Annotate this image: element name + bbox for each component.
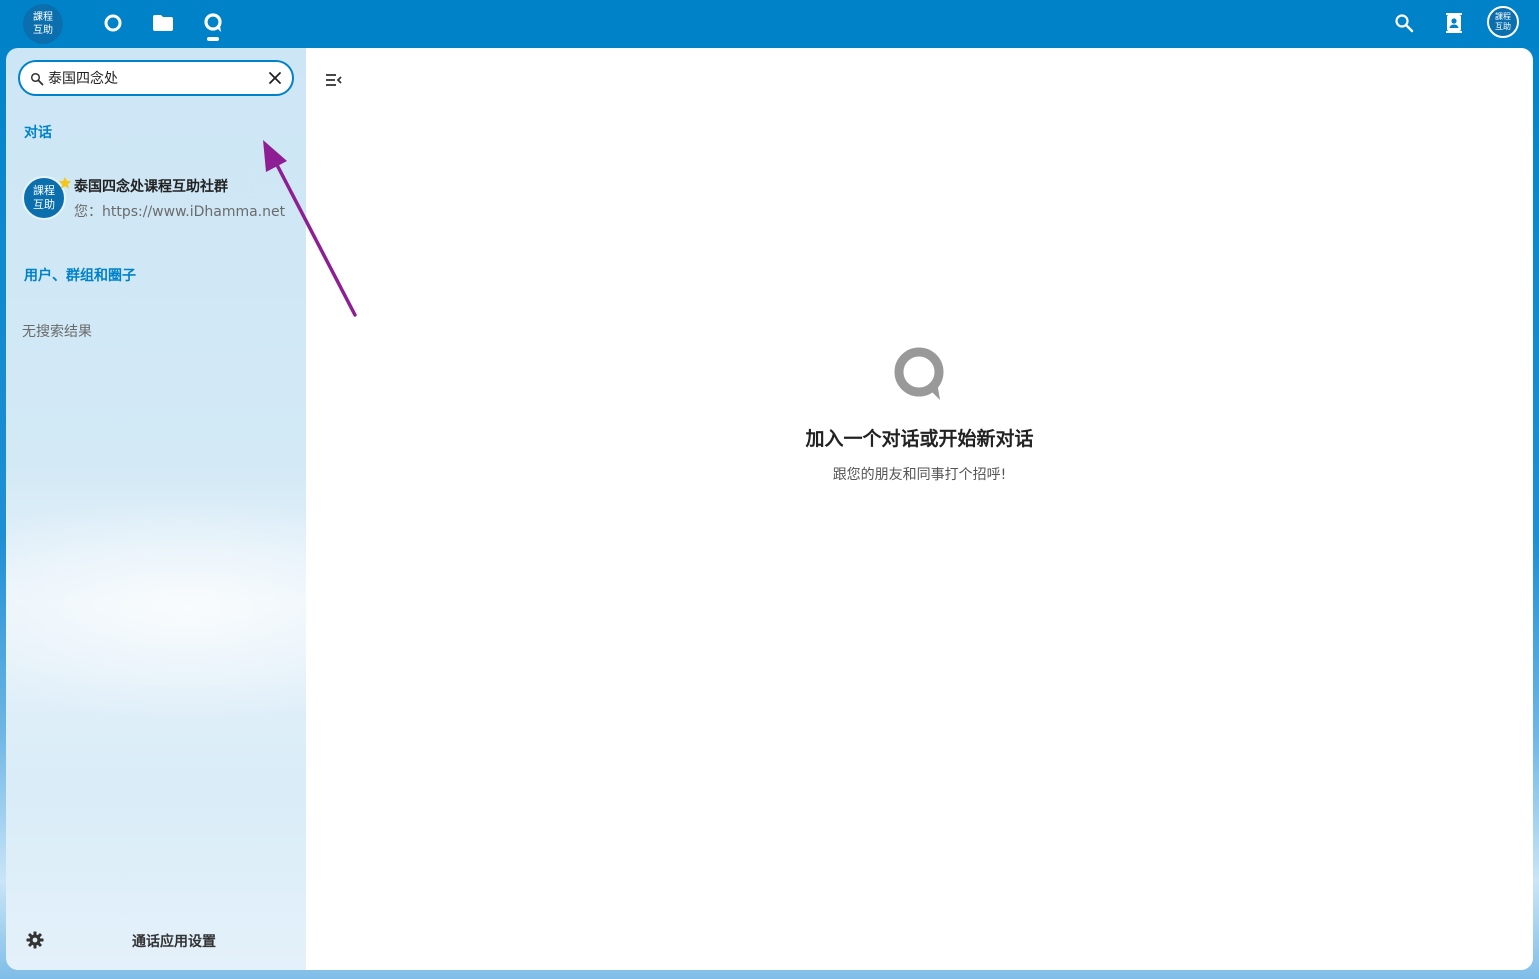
users-groups-caption: 用户、群组和圈子 (24, 268, 136, 284)
logo-text-line2: 互助 (33, 25, 53, 36)
user-avatar[interactable]: 課程 互助 (1487, 6, 1519, 38)
toggle-navigation-icon[interactable] (322, 68, 346, 92)
clear-search-icon[interactable] (266, 69, 284, 87)
conversation-avatar-line2: 互助 (33, 198, 55, 211)
talk-icon[interactable] (202, 12, 224, 34)
search-input[interactable] (48, 68, 258, 88)
active-app-indicator (207, 37, 219, 41)
search-icon[interactable] (1393, 12, 1415, 34)
logo-text-line1: 課程 (33, 12, 53, 23)
search-field-icon (30, 71, 44, 86)
conversation-last-message: 您：https://www.iDhamma.net (74, 204, 286, 220)
conversation-list-item[interactable]: 課程 互助 泰国四念处课程互助社群 您：https://www.iDhamma.… (14, 166, 298, 230)
top-header: 課程 互助 課程 互助 (0, 0, 1539, 48)
search-box[interactable] (18, 60, 294, 96)
left-sidebar: 对话 課程 互助 泰国四念处课程互助社群 您：https://www.iDham… (6, 48, 306, 970)
main-content: 加入一个对话或开始新对话 跟您的朋友和同事打个招呼! (306, 48, 1533, 970)
no-results-text: 无搜索结果 (22, 324, 92, 340)
app-logo[interactable]: 課程 互助 (23, 4, 63, 44)
conversations-caption: 对话 (24, 125, 52, 141)
conversation-avatar-line1: 課程 (33, 184, 55, 197)
folder-icon[interactable] (152, 12, 174, 34)
conversation-name: 泰国四念处课程互助社群 (74, 179, 228, 195)
user-avatar-line2: 互助 (1495, 22, 1511, 31)
user-avatar-line1: 課程 (1495, 12, 1511, 21)
favorite-star-icon (58, 175, 72, 189)
contacts-icon[interactable] (1443, 12, 1465, 34)
talk-empty-state-icon (890, 344, 950, 404)
talk-settings-label: 通话应用设置 (132, 934, 216, 950)
dashboard-circle-icon[interactable] (102, 12, 124, 34)
empty-state-subtitle: 跟您的朋友和同事打个招呼! (832, 467, 1007, 483)
empty-state-title: 加入一个对话或开始新对话 (805, 428, 1034, 450)
talk-settings-button[interactable]: 通话应用设置 (6, 922, 306, 958)
